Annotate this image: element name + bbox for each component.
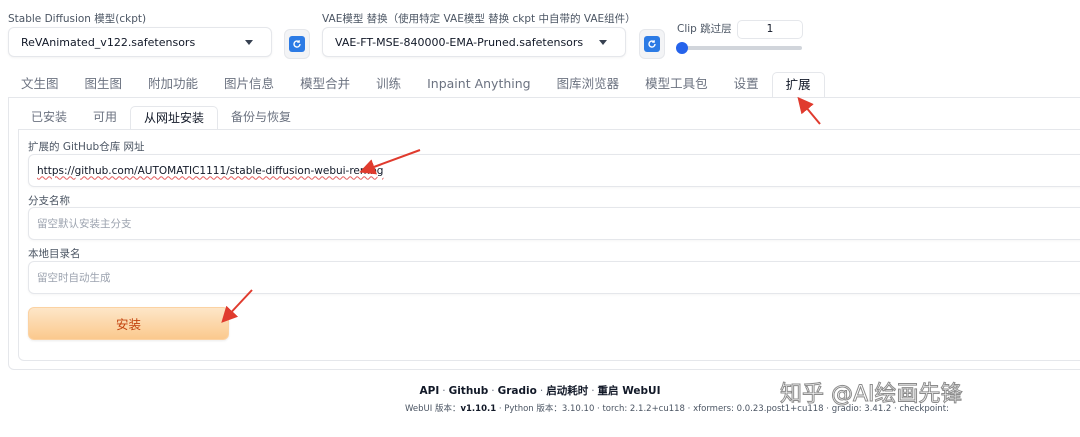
arrow-to-install-button (221, 289, 253, 323)
annotation-arrows (221, 96, 821, 323)
arrow-to-url-input (359, 149, 421, 175)
watermark: 知乎 @AI绘画先锋 (780, 382, 964, 408)
arrow-to-extensions-tab (797, 96, 821, 125)
